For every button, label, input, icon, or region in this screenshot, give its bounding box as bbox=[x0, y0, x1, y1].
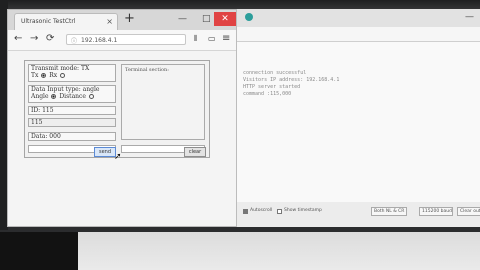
browser-tab[interactable]: Ultrasonic TestCtrl × bbox=[14, 13, 118, 30]
page-content: Transmit mode: TX Tx Rx Data Input type:… bbox=[8, 51, 236, 226]
close-window-icon[interactable]: ✕ bbox=[214, 12, 236, 26]
terminal-section: Terminal section: bbox=[121, 64, 205, 140]
transmit-mode-label: Transmit mode: TX bbox=[31, 65, 90, 72]
serial-monitor-window: — connection successful Visitors IP addr… bbox=[236, 9, 480, 227]
monitor-output: connection successful Visitors IP addres… bbox=[237, 42, 480, 202]
monitor-line: Visitors IP address: 192.168.4.1 bbox=[243, 77, 340, 83]
url-text: 192.168.4.1 bbox=[81, 37, 118, 44]
arduino-logo-icon bbox=[245, 13, 253, 21]
rx-label: Rx bbox=[49, 72, 58, 79]
menu-icon[interactable]: ≡ bbox=[222, 33, 230, 45]
distance-label: Distance bbox=[59, 93, 86, 100]
monitor-footer: Autoscroll Show timestamp Both NL & CR 1… bbox=[237, 205, 480, 219]
new-tab-icon[interactable]: + bbox=[124, 12, 135, 26]
monitor-title-bar: — bbox=[237, 9, 480, 27]
distance-radio[interactable] bbox=[88, 94, 94, 99]
control-panel: Transmit mode: TX Tx Rx Data Input type:… bbox=[24, 60, 210, 158]
angle-label: Angle bbox=[31, 93, 49, 100]
clear-button[interactable]: clear bbox=[184, 147, 206, 157]
baud-rate-select[interactable]: 115200 baud bbox=[419, 207, 453, 216]
autoscroll-label: Autoscroll bbox=[250, 208, 273, 213]
address-bar[interactable]: ⓘ 192.168.4.1 bbox=[66, 34, 186, 45]
browser-toolbar: ← → ⟳ ⓘ 192.168.4.1 ⫴ ▭ ≡ bbox=[8, 30, 236, 51]
maximize-icon[interactable]: □ bbox=[202, 12, 211, 26]
browser-window: Ultrasonic TestCtrl × + — □ ✕ ← → ⟳ ⓘ 19… bbox=[7, 9, 237, 227]
id-display: ID: 115 bbox=[28, 106, 116, 115]
minimize-icon[interactable]: — bbox=[465, 12, 474, 22]
timestamp-checkbox[interactable] bbox=[277, 209, 282, 214]
data-display: Data: 000 bbox=[28, 132, 116, 141]
tab-close-icon[interactable]: × bbox=[106, 14, 113, 29]
timestamp-label: Show timestamp bbox=[284, 208, 322, 213]
clear-output-button[interactable]: Clear output bbox=[457, 207, 480, 216]
library-icon[interactable]: ⫴ bbox=[194, 33, 197, 45]
angle-radio[interactable] bbox=[51, 94, 57, 99]
rx-radio[interactable] bbox=[60, 73, 66, 78]
reload-icon[interactable]: ⟳ bbox=[46, 33, 54, 45]
send-button[interactable]: send bbox=[94, 147, 116, 157]
monitor-line: HTTP server started bbox=[243, 84, 301, 90]
tab-bar: Ultrasonic TestCtrl × + — □ ✕ bbox=[8, 10, 236, 30]
back-icon[interactable]: ← bbox=[14, 33, 22, 45]
data-input-group: Data Input type: angle Angle Distance bbox=[28, 85, 116, 103]
terminal-title: Terminal section: bbox=[125, 67, 169, 73]
sidebar-icon[interactable]: ▭ bbox=[208, 33, 216, 45]
taskbar-shadow bbox=[0, 232, 78, 270]
id-input[interactable]: 115 bbox=[28, 118, 116, 127]
tx-radio[interactable] bbox=[41, 73, 47, 78]
monitor-send-input[interactable] bbox=[237, 27, 480, 42]
transmit-mode-group: Transmit mode: TX Tx Rx bbox=[28, 64, 116, 82]
site-info-icon[interactable]: ⓘ bbox=[71, 36, 77, 47]
data-input-label: Data Input type: angle bbox=[31, 86, 100, 93]
autoscroll-checkbox[interactable] bbox=[243, 209, 248, 214]
minimize-icon[interactable]: — bbox=[178, 12, 187, 26]
tab-title: Ultrasonic TestCtrl bbox=[21, 18, 76, 25]
line-ending-select[interactable]: Both NL & CR bbox=[371, 207, 407, 216]
forward-icon[interactable]: → bbox=[30, 33, 38, 45]
tx-label: Tx bbox=[31, 72, 39, 79]
mouse-cursor-icon: ➚ bbox=[114, 152, 122, 162]
monitor-line: connection successful bbox=[243, 70, 307, 76]
monitor-line: command :115,000 bbox=[243, 91, 292, 97]
